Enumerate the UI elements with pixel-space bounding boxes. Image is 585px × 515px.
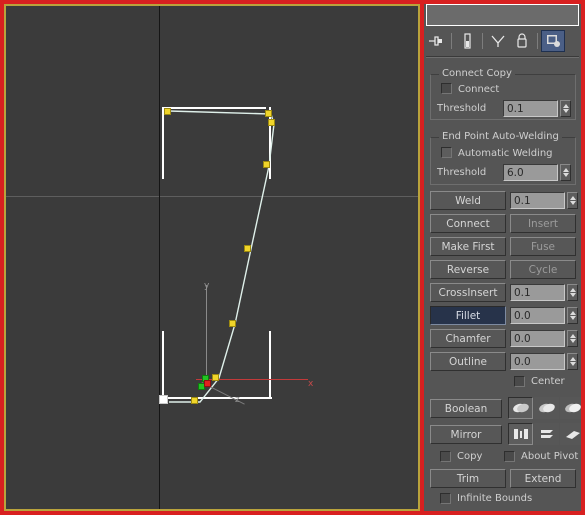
outline-value-field[interactable]: 0.0 [510, 353, 565, 370]
boolean-button[interactable]: Boolean [430, 399, 502, 418]
boolean-intersect-icon[interactable] [560, 397, 581, 419]
trim-button[interactable]: Trim [430, 469, 506, 488]
center-label: Center [531, 376, 565, 387]
toolbar-separator [451, 33, 452, 49]
end-point-auto-welding-group: End Point Auto-Welding Automatic Welding… [430, 131, 576, 185]
spline-vertex[interactable] [212, 374, 219, 381]
welding-threshold-spinner[interactable] [560, 164, 571, 181]
grid-line-horizontal [6, 196, 418, 197]
selection-bracket-top-left [162, 107, 164, 179]
fuse-button[interactable]: Fuse [510, 237, 576, 256]
mirror-vertical-icon[interactable] [534, 423, 559, 445]
connect-copy-title: Connect Copy [439, 68, 515, 79]
boolean-union-icon[interactable] [508, 397, 533, 419]
active-viewport-border: x y z [4, 4, 420, 511]
weld-threshold-spinner[interactable] [567, 192, 578, 209]
axis-label-y: y [204, 281, 210, 291]
connect-button[interactable]: Connect [430, 214, 506, 233]
spline-vertex[interactable] [164, 108, 171, 115]
spline-vertex[interactable] [191, 397, 198, 404]
about-pivot-checkbox[interactable] [504, 451, 515, 462]
selection-bracket-bottom-right [269, 331, 271, 399]
mirror-horizontal-icon[interactable] [508, 423, 533, 445]
chamfer-button[interactable]: Chamfer [430, 329, 506, 348]
spline-vertex[interactable] [229, 320, 236, 327]
fillet-spinner[interactable] [567, 307, 578, 324]
connect-threshold-label: Threshold [437, 103, 487, 114]
toolbar-separator [482, 33, 483, 49]
mirror-both-icon[interactable] [560, 423, 581, 445]
spline-viewport[interactable]: x y z [6, 6, 418, 509]
spline-endpoint-vertex[interactable] [159, 395, 168, 404]
gizmo-y-axis [206, 285, 207, 381]
insert-button[interactable]: Insert [510, 214, 576, 233]
infinite-bounds-label: Infinite Bounds [457, 493, 533, 504]
make-first-button[interactable]: Make First [430, 237, 506, 256]
grid-line-vertical [159, 6, 160, 509]
spline-vertex[interactable] [244, 245, 251, 252]
mirror-button[interactable]: Mirror [430, 425, 502, 444]
axis-label-x: x [308, 379, 314, 389]
center-checkbox[interactable] [514, 376, 525, 387]
axis-label-z: z [235, 395, 240, 405]
boolean-subtract-icon[interactable] [534, 397, 559, 419]
crossinsert-spinner[interactable] [567, 284, 578, 301]
connect-threshold-spinner[interactable] [560, 100, 571, 117]
crossinsert-value-field[interactable]: 0.1 [510, 284, 565, 301]
outline-button[interactable]: Outline [430, 352, 506, 371]
copy-checkbox[interactable] [440, 451, 451, 462]
fillet-value-field[interactable]: 0.0 [510, 307, 565, 324]
toolbar-separator [537, 33, 538, 49]
object-name-field[interactable] [426, 4, 579, 26]
vertex-fork-icon[interactable] [486, 30, 510, 52]
selection-bracket-top [162, 107, 266, 109]
pin-stack-icon[interactable] [424, 30, 448, 52]
spline-vertex[interactable] [268, 119, 275, 126]
weld-threshold-field[interactable]: 0.1 [510, 192, 565, 209]
chamfer-value-field[interactable]: 0.0 [510, 330, 565, 347]
spline-path [168, 110, 275, 403]
about-pivot-label: About Pivot [521, 451, 579, 462]
crossinsert-button[interactable]: CrossInsert [430, 283, 506, 302]
weld-button[interactable]: Weld [430, 191, 506, 210]
outline-spinner[interactable] [567, 353, 578, 370]
automatic-welding-label: Automatic Welding [458, 148, 553, 159]
configure-sets-icon[interactable] [541, 30, 565, 52]
selection-bracket-bottom-left [162, 331, 164, 399]
connect-threshold-field[interactable]: 0.1 [503, 100, 558, 117]
reverse-button[interactable]: Reverse [430, 260, 506, 279]
lock-icon[interactable] [510, 30, 534, 52]
rollout-divider [426, 56, 579, 58]
test-tube-icon[interactable] [455, 30, 479, 52]
gizmo-center-handle[interactable] [204, 380, 211, 387]
application-window: x y z Connect Copy Connect Threshold 0.1… [0, 0, 585, 515]
welding-threshold-field[interactable]: 6.0 [503, 164, 558, 181]
command-panel: Connect Copy Connect Threshold 0.1 End P… [424, 4, 581, 511]
end-point-auto-welding-title: End Point Auto-Welding [439, 131, 562, 142]
cycle-button[interactable]: Cycle [510, 260, 576, 279]
spline-vertex[interactable] [265, 110, 272, 117]
selection-bracket-top-right [269, 107, 271, 179]
modifier-toolbar [424, 28, 581, 54]
spline-vertex[interactable] [263, 161, 270, 168]
extend-button[interactable]: Extend [510, 469, 576, 488]
selection-bracket-bottom [162, 397, 272, 399]
geometry-rollout: Connect Copy Connect Threshold 0.1 End P… [424, 60, 581, 511]
chamfer-spinner[interactable] [567, 330, 578, 347]
infinite-bounds-checkbox[interactable] [440, 493, 451, 504]
welding-threshold-label: Threshold [437, 167, 487, 178]
connect-checkbox[interactable] [441, 83, 452, 94]
copy-label: Copy [457, 451, 483, 462]
connect-copy-group: Connect Copy Connect Threshold 0.1 [430, 68, 576, 120]
connect-label: Connect [458, 84, 500, 95]
fillet-button[interactable]: Fillet [430, 306, 506, 325]
automatic-welding-checkbox[interactable] [441, 147, 452, 158]
